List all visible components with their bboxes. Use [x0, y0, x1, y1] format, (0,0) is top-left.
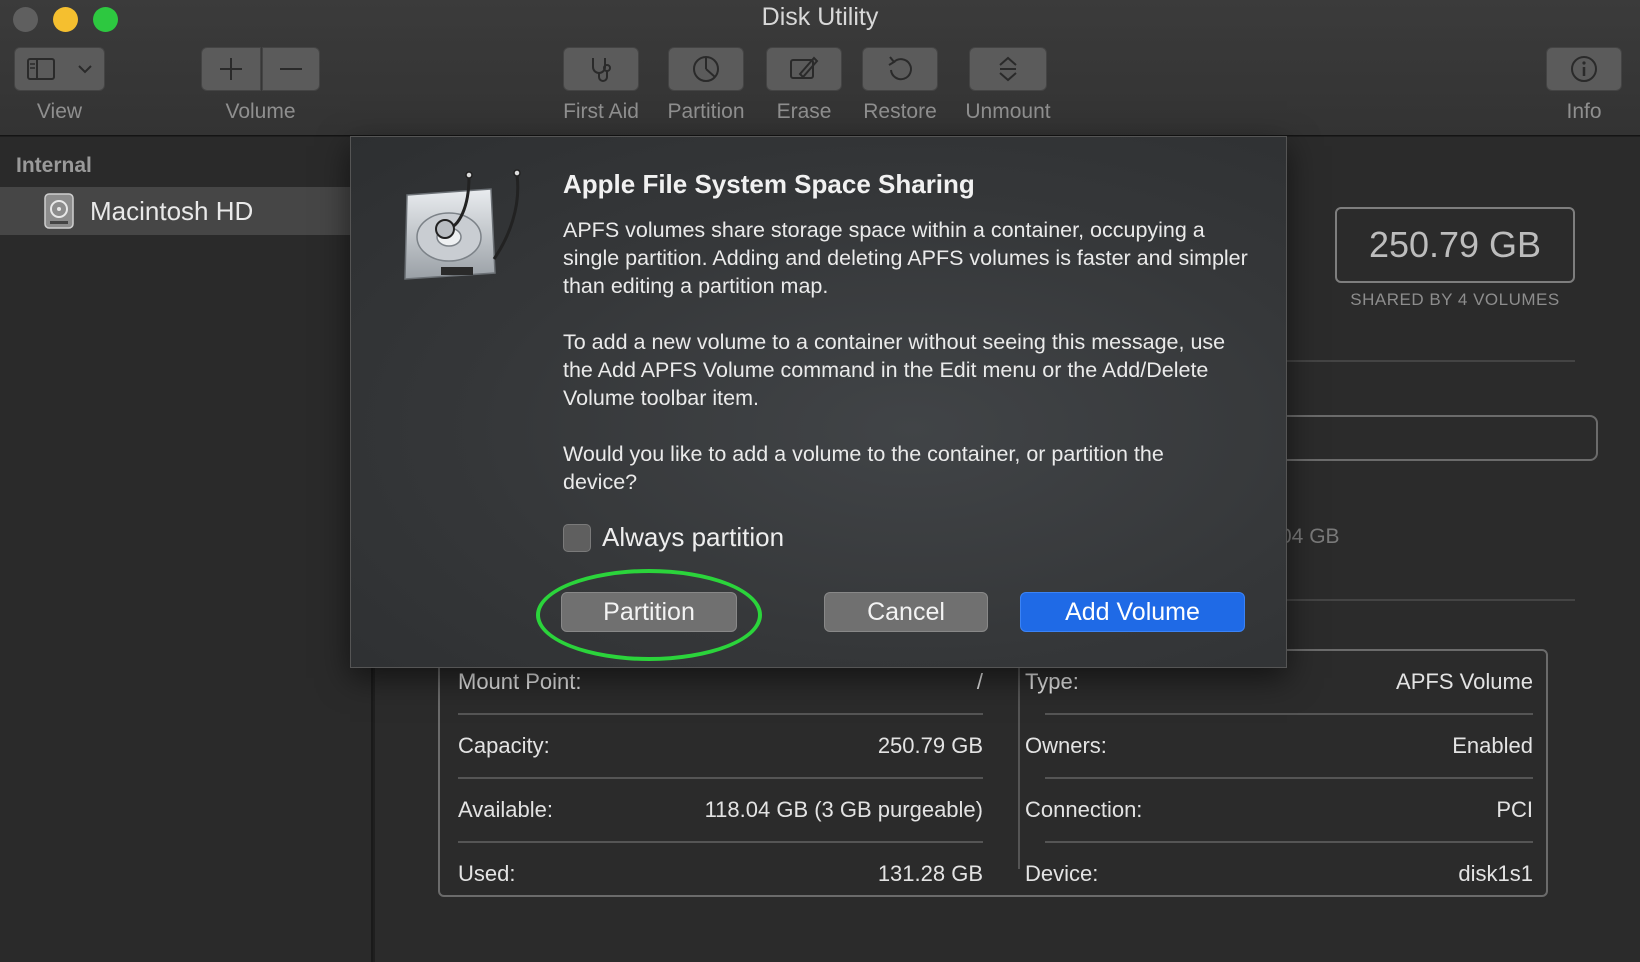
info-label: Type:	[1025, 669, 1079, 694]
add-volume-toolbar-button[interactable]	[201, 47, 261, 91]
first-aid-label: First Aid	[563, 100, 639, 123]
plus-icon	[220, 58, 242, 80]
divider	[1255, 360, 1575, 362]
cancel-button[interactable]: Cancel	[824, 592, 988, 632]
add-volume-button[interactable]: Add Volume	[1020, 592, 1245, 632]
restore-label: Restore	[863, 100, 937, 123]
divider	[1255, 599, 1575, 601]
disk-stethoscope-icon	[404, 169, 521, 280]
highlight-annotation	[536, 569, 762, 661]
info-label: Mount Point:	[458, 669, 582, 694]
partition-label: Partition	[667, 100, 745, 123]
info-value: Enabled	[1452, 733, 1533, 758]
restore-icon	[888, 56, 912, 81]
info-label: Available:	[458, 797, 553, 822]
hard-drive-icon	[44, 193, 74, 229]
restore-button[interactable]	[862, 47, 938, 91]
chevron-down-icon	[78, 65, 92, 74]
info-label: Capacity:	[458, 733, 550, 758]
pie-icon	[693, 56, 719, 82]
dialog-paragraph: To add a new volume to a container witho…	[563, 330, 1226, 410]
sidebar-icon	[26, 58, 55, 80]
sidebar-section-header: Internal	[16, 154, 92, 177]
usage-bar	[1255, 415, 1598, 461]
partition-toolbar-button[interactable]	[668, 47, 744, 91]
info-value: APFS Volume	[1396, 669, 1533, 694]
capacity-caption: SHARED BY 4 VOLUMES	[1350, 290, 1560, 309]
info-value: disk1s1	[1458, 861, 1533, 886]
unmount-button[interactable]	[969, 47, 1047, 91]
info-value: 250.79 GB	[877, 733, 983, 758]
sidebar-item-macintosh-hd[interactable]: Macintosh HD	[0, 187, 373, 235]
sidebar-item-label: Macintosh HD	[90, 195, 254, 226]
info-column-left: Mount Point: / Capacity: 250.79 GB Avail…	[458, 651, 983, 905]
volume-info-table: Mount Point: / Capacity: 250.79 GB Avail…	[438, 649, 1548, 897]
info-row-device: Device: disk1s1	[1025, 843, 1533, 905]
info-label: Owners:	[1025, 733, 1107, 758]
minus-icon	[280, 68, 302, 70]
info-row-available: Available: 118.04 GB (3 GB purgeable)	[458, 779, 983, 841]
always-partition-checkbox[interactable]	[563, 524, 591, 552]
info-value: 118.04 GB (3 GB purgeable)	[704, 797, 983, 822]
eraser-icon	[790, 56, 819, 79]
window-title: Disk Utility	[761, 3, 879, 31]
eject-icon	[999, 56, 1017, 82]
info-value: /	[976, 669, 983, 694]
sidebar: Internal Macintosh HD	[0, 137, 373, 962]
toolbar: Disk Utility View Volume First Aid Parti…	[0, 0, 1640, 136]
dialog-paragraph: Would you like to add a volume to the co…	[563, 442, 1164, 494]
info-row-owners: Owners: Enabled	[1025, 715, 1533, 777]
erase-button[interactable]	[766, 47, 842, 91]
capacity-value: 250.79 GB	[1335, 207, 1575, 283]
info-label: Info	[1566, 100, 1602, 123]
info-row-used: Used: 131.28 GB	[458, 843, 983, 905]
info-button[interactable]	[1546, 47, 1622, 91]
dialog-title: Apple File System Space Sharing	[563, 169, 975, 199]
view-button[interactable]	[14, 47, 105, 91]
info-row-capacity: Capacity: 250.79 GB	[458, 715, 983, 777]
always-partition-label[interactable]: Always partition	[602, 522, 784, 553]
stethoscope-icon	[592, 58, 611, 82]
info-row-connection: Connection: PCI	[1025, 779, 1533, 841]
info-value: 131.28 GB	[877, 861, 983, 886]
info-icon	[1571, 56, 1597, 82]
first-aid-button[interactable]	[563, 47, 639, 91]
dialog-paragraph: APFS volumes share storage space within …	[563, 218, 1248, 298]
volume-label: Volume	[225, 100, 296, 123]
info-label: Used:	[458, 861, 516, 886]
view-label: View	[36, 100, 83, 123]
erase-label: Erase	[776, 100, 832, 123]
apfs-space-sharing-dialog: Apple File System Space Sharing APFS vol…	[350, 136, 1287, 668]
column-divider	[1018, 659, 1020, 869]
info-label: Device:	[1025, 861, 1099, 886]
partially-hidden-value: 04 GB	[1280, 525, 1340, 548]
info-label: Connection:	[1025, 797, 1143, 822]
info-column-right: Type: APFS Volume Owners: Enabled Connec…	[1025, 651, 1533, 905]
delete-volume-toolbar-button[interactable]	[262, 47, 320, 91]
unmount-label: Unmount	[965, 100, 1051, 123]
info-value: PCI	[1496, 797, 1533, 822]
